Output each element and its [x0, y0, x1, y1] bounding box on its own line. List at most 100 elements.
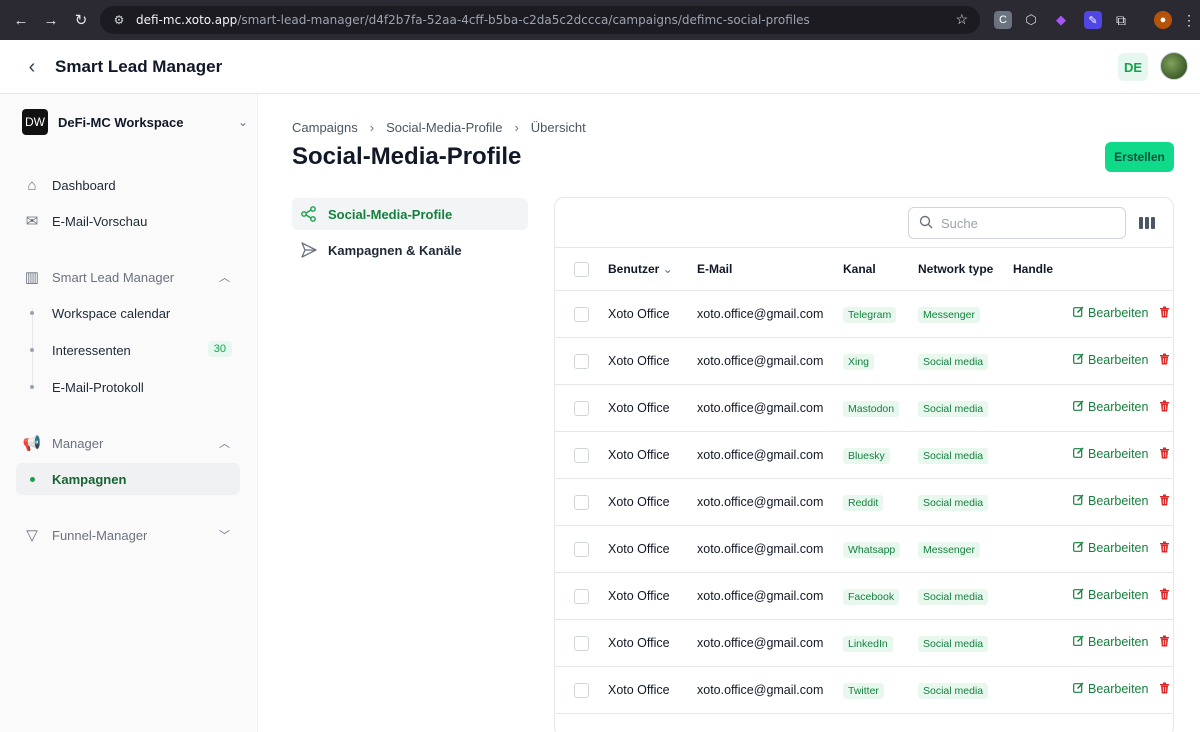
edit-button[interactable]: Bearbeiten — [1073, 494, 1148, 508]
channel-tag: Whatsapp — [843, 542, 901, 558]
network-type-tag: Social media — [918, 448, 989, 464]
edit-button[interactable]: Bearbeiten — [1073, 306, 1148, 320]
sidebar: DW DeFi-MC Workspace ⌄ ⌂ Dashboard ✉ E-M… — [0, 94, 258, 732]
chevron-down-icon: ﹀ — [219, 530, 230, 542]
table-row: Xoto Office xoto.office@gmail.com Whatsapp… — [555, 526, 1173, 573]
breadcrumb: Campaigns › Social-Media-Profile › Übers… — [292, 120, 586, 135]
back-chevron-icon[interactable]: ‹ — [20, 55, 44, 79]
sidebar-item-dashboard[interactable]: ⌂ Dashboard — [16, 169, 240, 201]
sidebar-group-funnel-manager[interactable]: ▽ Funnel-Manager ﹀ — [16, 519, 240, 551]
cell-email: xoto.office@gmail.com — [697, 636, 824, 650]
cell-user: Xoto Office — [608, 636, 670, 650]
trash-icon[interactable] — [1159, 353, 1170, 368]
profile-avatar-icon[interactable]: ● — [1154, 11, 1172, 29]
sidebar-item-label: Kampagnen — [52, 471, 127, 487]
sidebar-group-label: Funnel-Manager — [52, 527, 148, 543]
megaphone-icon: 📢 — [22, 435, 42, 452]
trash-icon[interactable] — [1159, 682, 1170, 697]
edit-button[interactable]: Bearbeiten — [1073, 635, 1148, 649]
columns-toggle-icon[interactable] — [1137, 213, 1157, 233]
trash-icon[interactable] — [1159, 447, 1170, 462]
extension-purple-icon[interactable]: ✎ — [1084, 11, 1102, 29]
bookmark-star-icon[interactable]: ☆ — [955, 11, 968, 28]
create-button[interactable]: Erstellen — [1105, 142, 1174, 172]
browser-forward-icon[interactable]: → — [38, 7, 64, 33]
table-row: Xoto Office xoto.office@gmail.com Bluesky S… — [555, 432, 1173, 479]
sidebar-item-email-preview[interactable]: ✉ E-Mail-Vorschau — [16, 205, 240, 237]
site-info-icon[interactable]: ⚙ — [112, 13, 126, 27]
chevron-up-icon: ︿ — [219, 438, 230, 450]
cell-email: xoto.office@gmail.com — [697, 354, 824, 368]
workspace-name: DeFi-MC Workspace — [58, 114, 184, 130]
breadcrumb-campaigns[interactable]: Campaigns — [292, 120, 358, 135]
row-checkbox[interactable] — [574, 542, 589, 557]
sidebar-group-manager[interactable]: 📢 Manager ︿ — [16, 427, 240, 459]
sidebar-item-email-log[interactable]: E-Mail-Protokoll — [16, 371, 240, 403]
bullet-icon — [30, 348, 34, 352]
cell-email: xoto.office@gmail.com — [697, 307, 824, 321]
sidebar-item-kampagnen[interactable]: Kampagnen — [16, 463, 240, 495]
network-type-tag: Social media — [918, 495, 989, 511]
chevron-up-icon: ︿ — [219, 272, 230, 284]
row-checkbox[interactable] — [574, 589, 589, 604]
table-row: Xoto Office xoto.office@gmail.com Xing Soci… — [555, 338, 1173, 385]
select-all-checkbox[interactable] — [574, 262, 589, 277]
address-bar[interactable]: ⚙ defi-mc.xoto.app/smart-lead-manager/d4… — [100, 6, 980, 34]
edit-label: Bearbeiten — [1088, 353, 1149, 367]
subnav-label: Kampagnen & Kanäle — [328, 242, 462, 258]
sidebar-item-workspace-calendar[interactable]: Workspace calendar — [16, 297, 240, 329]
edit-label: Bearbeiten — [1088, 306, 1149, 320]
edit-button[interactable]: Bearbeiten — [1073, 447, 1148, 461]
browser-back-icon[interactable]: ← — [8, 7, 34, 33]
sidebar-group-smart-lead-manager[interactable]: ▥ Smart Lead Manager ︿ — [16, 261, 240, 293]
row-checkbox[interactable] — [574, 448, 589, 463]
workspace-logo: DW — [22, 109, 48, 135]
language-switch[interactable]: DE — [1118, 53, 1148, 81]
edit-label: Bearbeiten — [1088, 447, 1149, 461]
chart-icon: ▥ — [24, 269, 40, 286]
edit-label: Bearbeiten — [1088, 635, 1149, 649]
edit-button[interactable]: Bearbeiten — [1073, 400, 1148, 414]
row-checkbox[interactable] — [574, 636, 589, 651]
trash-icon[interactable] — [1159, 494, 1170, 509]
extension-shield-icon[interactable]: ◆ — [1052, 11, 1070, 29]
app-title: Smart Lead Manager — [55, 57, 223, 76]
row-checkbox[interactable] — [574, 354, 589, 369]
edit-icon — [1073, 635, 1084, 649]
browser-reload-icon[interactable]: ↻ — [68, 7, 94, 33]
channel-tag: LinkedIn — [843, 636, 893, 652]
network-type-tag: Messenger — [918, 542, 980, 558]
edit-button[interactable]: Bearbeiten — [1073, 353, 1148, 367]
row-checkbox[interactable] — [574, 683, 589, 698]
extensions-puzzle-icon[interactable]: ⧉ — [1112, 11, 1130, 29]
subnav-campaigns-channels[interactable]: Kampagnen & Kanäle — [292, 234, 528, 266]
sidebar-group-label: Smart Lead Manager — [52, 269, 175, 285]
edit-icon — [1073, 588, 1084, 602]
browser-menu-icon[interactable]: ⋮ — [1180, 11, 1198, 29]
trash-icon[interactable] — [1159, 306, 1170, 321]
row-checkbox[interactable] — [574, 495, 589, 510]
edit-button[interactable]: Bearbeiten — [1073, 588, 1148, 602]
row-checkbox[interactable] — [574, 307, 589, 322]
trash-icon[interactable] — [1159, 588, 1170, 603]
subnav-social-profiles[interactable]: Social-Media-Profile — [292, 198, 528, 230]
search-field[interactable] — [908, 207, 1126, 239]
breadcrumb-social-media-profile[interactable]: Social-Media-Profile — [386, 120, 502, 135]
workspace-selector[interactable]: DW DeFi-MC Workspace ⌄ — [22, 108, 248, 136]
cell-user: Xoto Office — [608, 307, 670, 321]
edit-button[interactable]: Bearbeiten — [1073, 682, 1148, 696]
trash-icon[interactable] — [1159, 400, 1170, 415]
extension-cube-icon[interactable]: ⬡ — [1022, 11, 1040, 29]
sidebar-item-interessenten[interactable]: Interessenten 30 — [16, 334, 240, 366]
network-type-tag: Social media — [918, 354, 989, 370]
column-header-user[interactable]: Benutzer ⌄ — [608, 262, 673, 276]
trash-icon[interactable] — [1159, 635, 1170, 650]
edit-button[interactable]: Bearbeiten — [1073, 541, 1148, 555]
search-input[interactable] — [941, 215, 1111, 231]
trash-icon[interactable] — [1159, 541, 1170, 556]
row-checkbox[interactable] — [574, 401, 589, 416]
sidebar-item-label: Workspace calendar — [52, 305, 171, 321]
user-avatar[interactable] — [1160, 52, 1188, 80]
app-header: ‹ Smart Lead Manager DE — [0, 40, 1200, 94]
extension-c-icon[interactable]: C — [994, 11, 1012, 29]
